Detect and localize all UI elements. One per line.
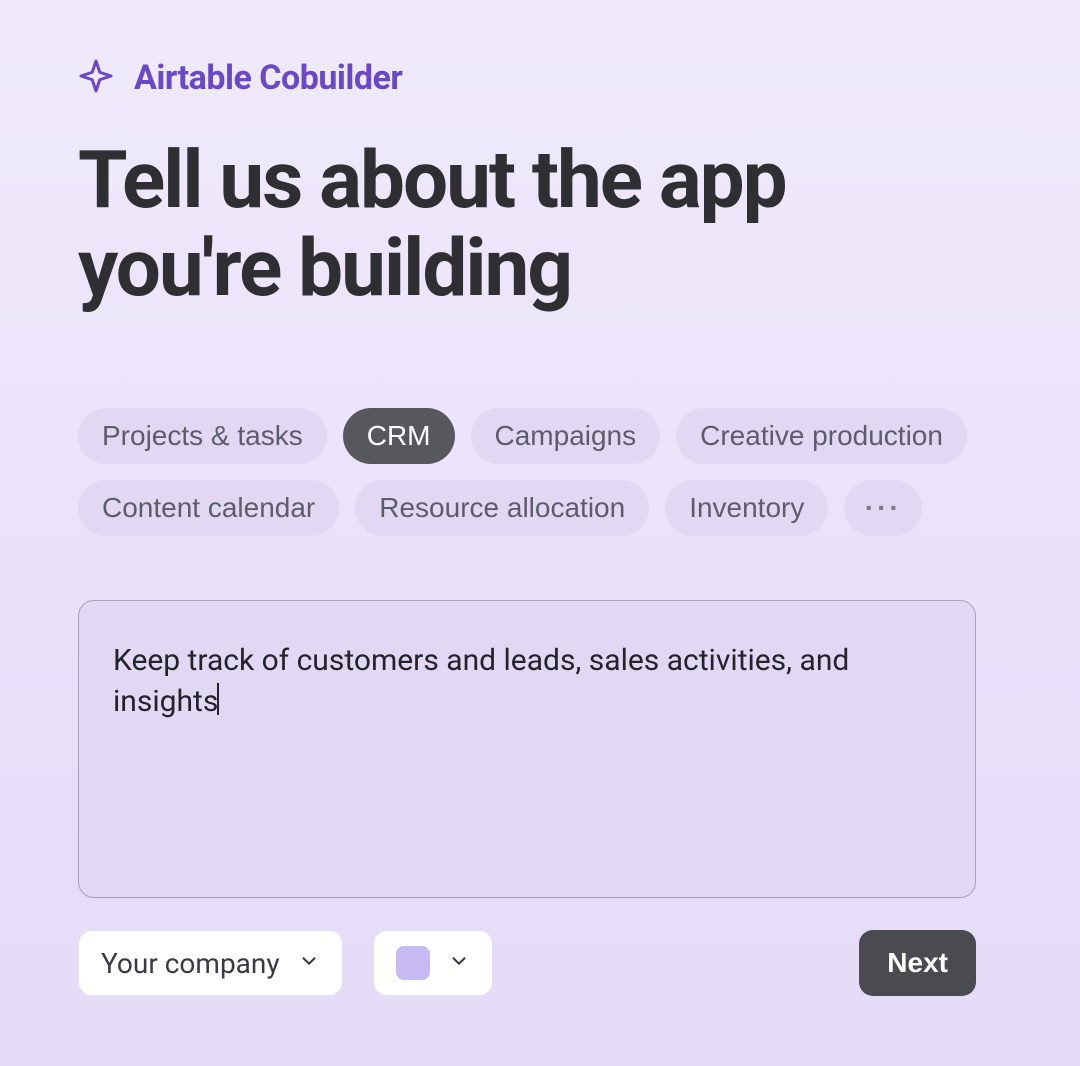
- chip-inventory[interactable]: Inventory: [665, 480, 828, 536]
- chip-content-calendar[interactable]: Content calendar: [78, 480, 339, 536]
- prompt-text: Keep track of customers and leads, sales…: [113, 643, 849, 719]
- chip-crm[interactable]: CRM: [343, 408, 455, 464]
- company-select-label: Your company: [101, 947, 280, 980]
- text-cursor: [217, 683, 219, 715]
- chevron-down-icon: [448, 950, 470, 976]
- color-swatch: [396, 946, 430, 980]
- chip-creative-production[interactable]: Creative production: [676, 408, 967, 464]
- brand-label: Airtable Cobuilder: [134, 58, 402, 98]
- color-select[interactable]: [373, 930, 493, 996]
- chip-campaigns[interactable]: Campaigns: [471, 408, 661, 464]
- page-title: Tell us about the app you're building: [78, 136, 1002, 312]
- template-chip-row: Projects & tasks CRM Campaigns Creative …: [78, 408, 1002, 536]
- chip-projects-tasks[interactable]: Projects & tasks: [78, 408, 327, 464]
- sparkle-icon: [78, 58, 114, 98]
- company-select[interactable]: Your company: [78, 930, 343, 996]
- brand-row: Airtable Cobuilder: [78, 58, 1002, 98]
- next-button[interactable]: Next: [859, 930, 976, 996]
- chevron-down-icon: [298, 950, 320, 976]
- bottom-controls: Your company Next: [78, 930, 976, 996]
- chip-more[interactable]: ···: [844, 480, 922, 536]
- prompt-textarea[interactable]: Keep track of customers and leads, sales…: [78, 600, 976, 898]
- chip-resource-allocation[interactable]: Resource allocation: [355, 480, 649, 536]
